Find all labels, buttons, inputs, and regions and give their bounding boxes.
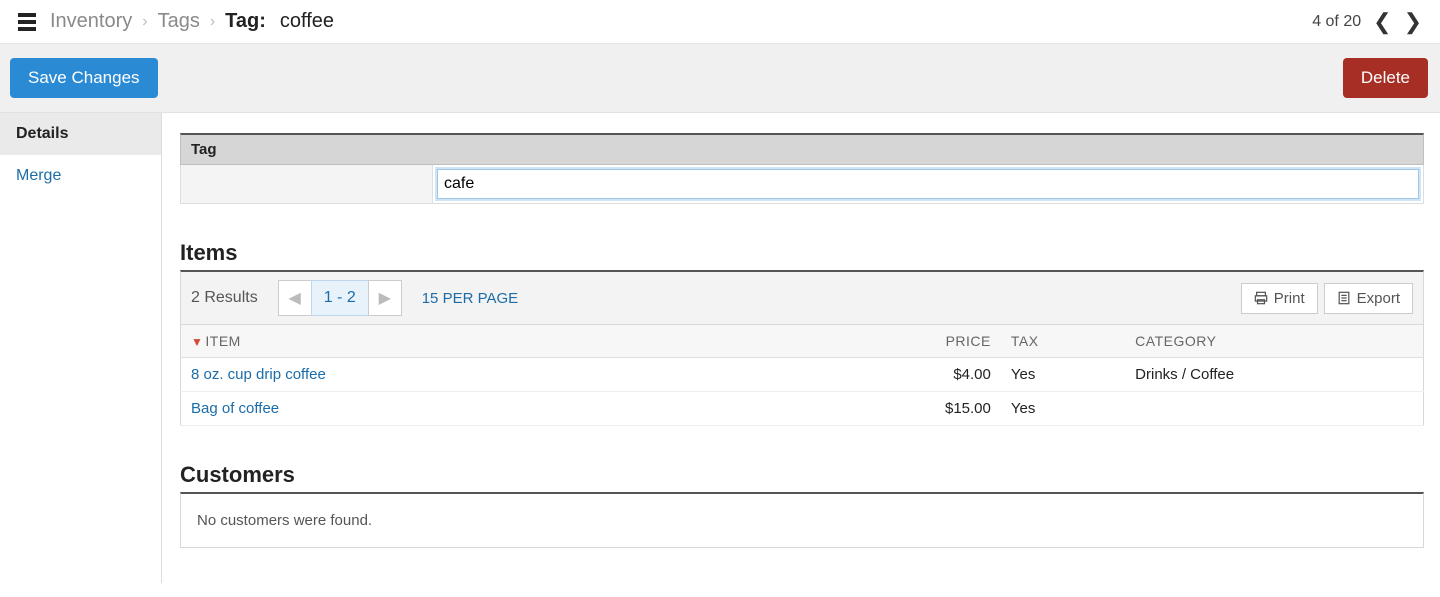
- items-title: Items: [180, 240, 1424, 266]
- breadcrumb-tags[interactable]: Tags: [158, 10, 200, 33]
- item-category: [1125, 392, 1423, 426]
- pager-prev-icon[interactable]: ❮: [1373, 11, 1391, 33]
- record-pager: 4 of 20 ❮ ❯: [1312, 11, 1422, 33]
- pager-next-icon[interactable]: ❯: [1404, 11, 1422, 33]
- items-table: ▼ITEM PRICE TAX CATEGORY 8 oz. cup drip …: [180, 325, 1424, 426]
- tag-label-cell: [181, 165, 433, 203]
- item-category: Drinks / Coffee: [1125, 358, 1423, 392]
- items-prev-page-icon[interactable]: ◀: [278, 280, 312, 316]
- items-mini-pager: ◀ 1 - 2 ▶: [278, 280, 402, 316]
- breadcrumb-current-value: coffee: [280, 10, 334, 33]
- body: Details Merge Tag Items 2 Results ◀ 1 - …: [0, 113, 1440, 583]
- table-row: Bag of coffee $15.00 Yes: [181, 392, 1424, 426]
- menu-icon[interactable]: [18, 13, 36, 31]
- customers-title: Customers: [180, 462, 1424, 488]
- breadcrumb: Inventory › Tags › Tag: coffee: [50, 10, 1312, 33]
- export-icon: [1337, 291, 1351, 305]
- col-item-label: ITEM: [205, 333, 240, 349]
- breadcrumb-inventory[interactable]: Inventory: [50, 10, 132, 33]
- item-tax: Yes: [1001, 358, 1125, 392]
- print-button[interactable]: Print: [1241, 283, 1318, 314]
- sidebar-item-details[interactable]: Details: [0, 113, 161, 155]
- col-category[interactable]: CATEGORY: [1125, 325, 1423, 358]
- save-button[interactable]: Save Changes: [10, 58, 158, 98]
- breadcrumb-current-label: Tag:: [225, 10, 266, 33]
- pager-position: 4 of 20: [1312, 13, 1361, 31]
- items-per-page[interactable]: 15 PER PAGE: [422, 290, 518, 307]
- sidebar-item-merge[interactable]: Merge: [0, 155, 161, 197]
- table-row: 8 oz. cup drip coffee $4.00 Yes Drinks /…: [181, 358, 1424, 392]
- items-header-row: ▼ITEM PRICE TAX CATEGORY: [181, 325, 1424, 358]
- action-strip: Save Changes Delete: [0, 44, 1440, 113]
- sidebar: Details Merge: [0, 113, 162, 583]
- main: Tag Items 2 Results ◀ 1 - 2 ▶ 15 PER PAG…: [162, 113, 1440, 583]
- items-page-range: 1 - 2: [311, 280, 369, 316]
- export-label: Export: [1357, 290, 1400, 307]
- export-button[interactable]: Export: [1324, 283, 1413, 314]
- print-label: Print: [1274, 290, 1305, 307]
- print-icon: [1254, 291, 1268, 305]
- col-tax[interactable]: TAX: [1001, 325, 1125, 358]
- tag-input-cell: [433, 165, 1423, 203]
- items-next-page-icon[interactable]: ▶: [368, 280, 402, 316]
- item-price: $15.00: [877, 392, 1001, 426]
- chevron-right-icon: ›: [210, 13, 215, 31]
- col-item[interactable]: ▼ITEM: [181, 325, 877, 358]
- item-tax: Yes: [1001, 392, 1125, 426]
- tag-panel: Tag: [180, 133, 1424, 204]
- tag-name-input[interactable]: [437, 169, 1419, 199]
- breadcrumb-bar: Inventory › Tags › Tag: coffee 4 of 20 ❮…: [0, 0, 1440, 44]
- items-results-label: 2 Results: [191, 289, 258, 307]
- tag-panel-row: [180, 165, 1424, 204]
- tag-panel-header: Tag: [180, 133, 1424, 165]
- item-link[interactable]: 8 oz. cup drip coffee: [191, 366, 326, 383]
- sort-desc-icon: ▼: [191, 335, 203, 349]
- customers-empty: No customers were found.: [180, 492, 1424, 548]
- items-toolbar: 2 Results ◀ 1 - 2 ▶ 15 PER PAGE Print: [180, 270, 1424, 325]
- chevron-right-icon: ›: [142, 13, 147, 31]
- col-price[interactable]: PRICE: [877, 325, 1001, 358]
- item-link[interactable]: Bag of coffee: [191, 400, 279, 417]
- delete-button[interactable]: Delete: [1343, 58, 1428, 98]
- item-price: $4.00: [877, 358, 1001, 392]
